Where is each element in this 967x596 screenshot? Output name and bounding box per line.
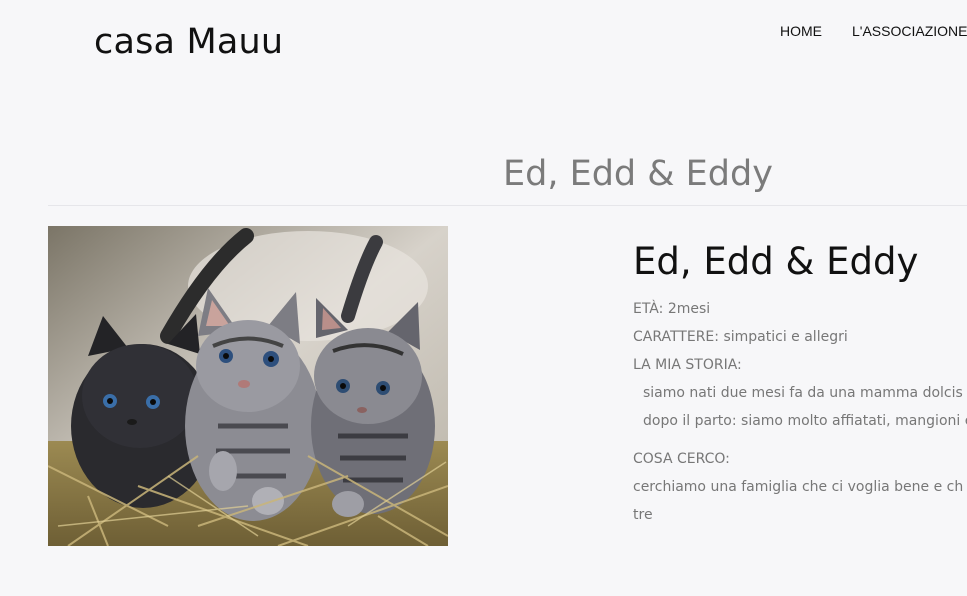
seeking-line: tre — [633, 507, 653, 523]
kitten-name: Ed, Edd & Eddy — [633, 240, 919, 283]
story-line: siamo nati due mesi fa da una mamma dolc… — [643, 385, 963, 401]
nav-item-associazione[interactable]: L'ASSOCIAZIONE — [852, 23, 967, 39]
character-value: simpatici e allegri — [723, 329, 848, 345]
site-logo[interactable]: casa Mauu — [94, 22, 283, 62]
seeking-line: cerchiamo una famiglia che ci voglia ben… — [633, 479, 964, 495]
character-label: CARATTERE: — [633, 329, 719, 345]
seeking-label: COSA CERCO: — [633, 451, 730, 467]
kitten-info: Ed, Edd & Eddy ETÀ: 2mesi CARATTERE: sim… — [633, 240, 967, 529]
character-row: CARATTERE: simpatici e allegri — [633, 323, 967, 351]
story-line: dopo il parto: siamo molto affiatati, ma… — [643, 413, 967, 429]
kittens-photo — [48, 226, 448, 546]
age-label: ETÀ: — [633, 301, 664, 317]
story-label: LA MIA STORIA: — [633, 357, 742, 373]
nav-item-home[interactable]: HOME — [780, 23, 822, 39]
main-nav: HOME L'ASSOCIAZIONE — [780, 23, 967, 39]
age-row: ETÀ: 2mesi — [633, 295, 967, 323]
page-title: Ed, Edd & Eddy — [503, 154, 773, 194]
age-value: 2mesi — [667, 301, 711, 317]
title-divider — [48, 205, 967, 206]
